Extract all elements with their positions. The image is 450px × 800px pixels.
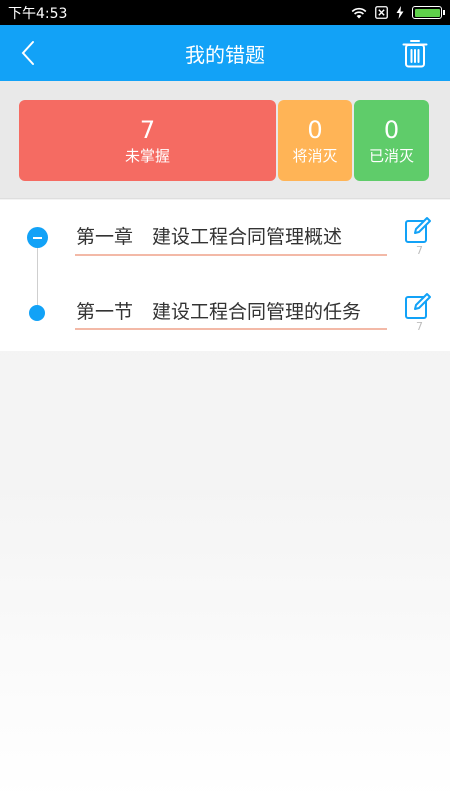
edit-icon[interactable] xyxy=(404,292,432,320)
battery-icon xyxy=(412,6,445,19)
chevron-left-icon xyxy=(21,41,34,65)
chapter-count: 7 xyxy=(416,244,423,257)
wifi-icon xyxy=(351,7,367,18)
stat-pending[interactable]: 0 将消灭 xyxy=(278,100,352,181)
stat-pending-label: 将消灭 xyxy=(292,146,338,165)
chapter-title: 第一章 建设工程合同管理概述 xyxy=(76,226,343,248)
section-title: 第一节 建设工程合同管理的任务 xyxy=(76,301,362,323)
back-button[interactable] xyxy=(10,35,46,71)
stat-unmastered-value: 7 xyxy=(139,115,156,144)
stat-cleared-value: 0 xyxy=(383,115,400,144)
charging-icon xyxy=(396,6,404,19)
collapse-icon[interactable] xyxy=(27,227,48,248)
delete-button[interactable] xyxy=(398,36,432,70)
status-bar: 下午4:53 xyxy=(0,0,450,25)
section-row[interactable]: 第一节 建设工程合同管理的任务 7 xyxy=(0,284,450,344)
trash-icon xyxy=(402,40,428,68)
chapter-underline xyxy=(75,254,387,256)
chapter-list: 第一章 建设工程合同管理概述 7 第一节 建设工程合同管理的任务 7 xyxy=(0,200,450,351)
page-title: 我的错题 xyxy=(185,42,265,67)
section-count: 7 xyxy=(416,320,423,333)
stat-unmastered[interactable]: 7 未掌握 xyxy=(19,100,276,181)
stat-cleared[interactable]: 0 已消灭 xyxy=(354,100,429,181)
stat-unmastered-label: 未掌握 xyxy=(124,146,170,165)
stat-pending-value: 0 xyxy=(307,115,323,144)
edit-icon[interactable] xyxy=(404,216,432,244)
section-dot-icon xyxy=(29,305,45,321)
status-icons xyxy=(351,6,445,19)
stat-cleared-label: 已消灭 xyxy=(368,146,414,165)
no-sim-icon xyxy=(375,6,388,19)
status-time: 下午4:53 xyxy=(8,5,68,22)
title-bar: 我的错题 xyxy=(0,25,450,81)
section-underline xyxy=(75,328,387,330)
stats-panel: 7 未掌握 0 将消灭 0 已消灭 xyxy=(0,81,450,199)
chapter-row[interactable]: 第一章 建设工程合同管理概述 7 xyxy=(0,208,450,268)
